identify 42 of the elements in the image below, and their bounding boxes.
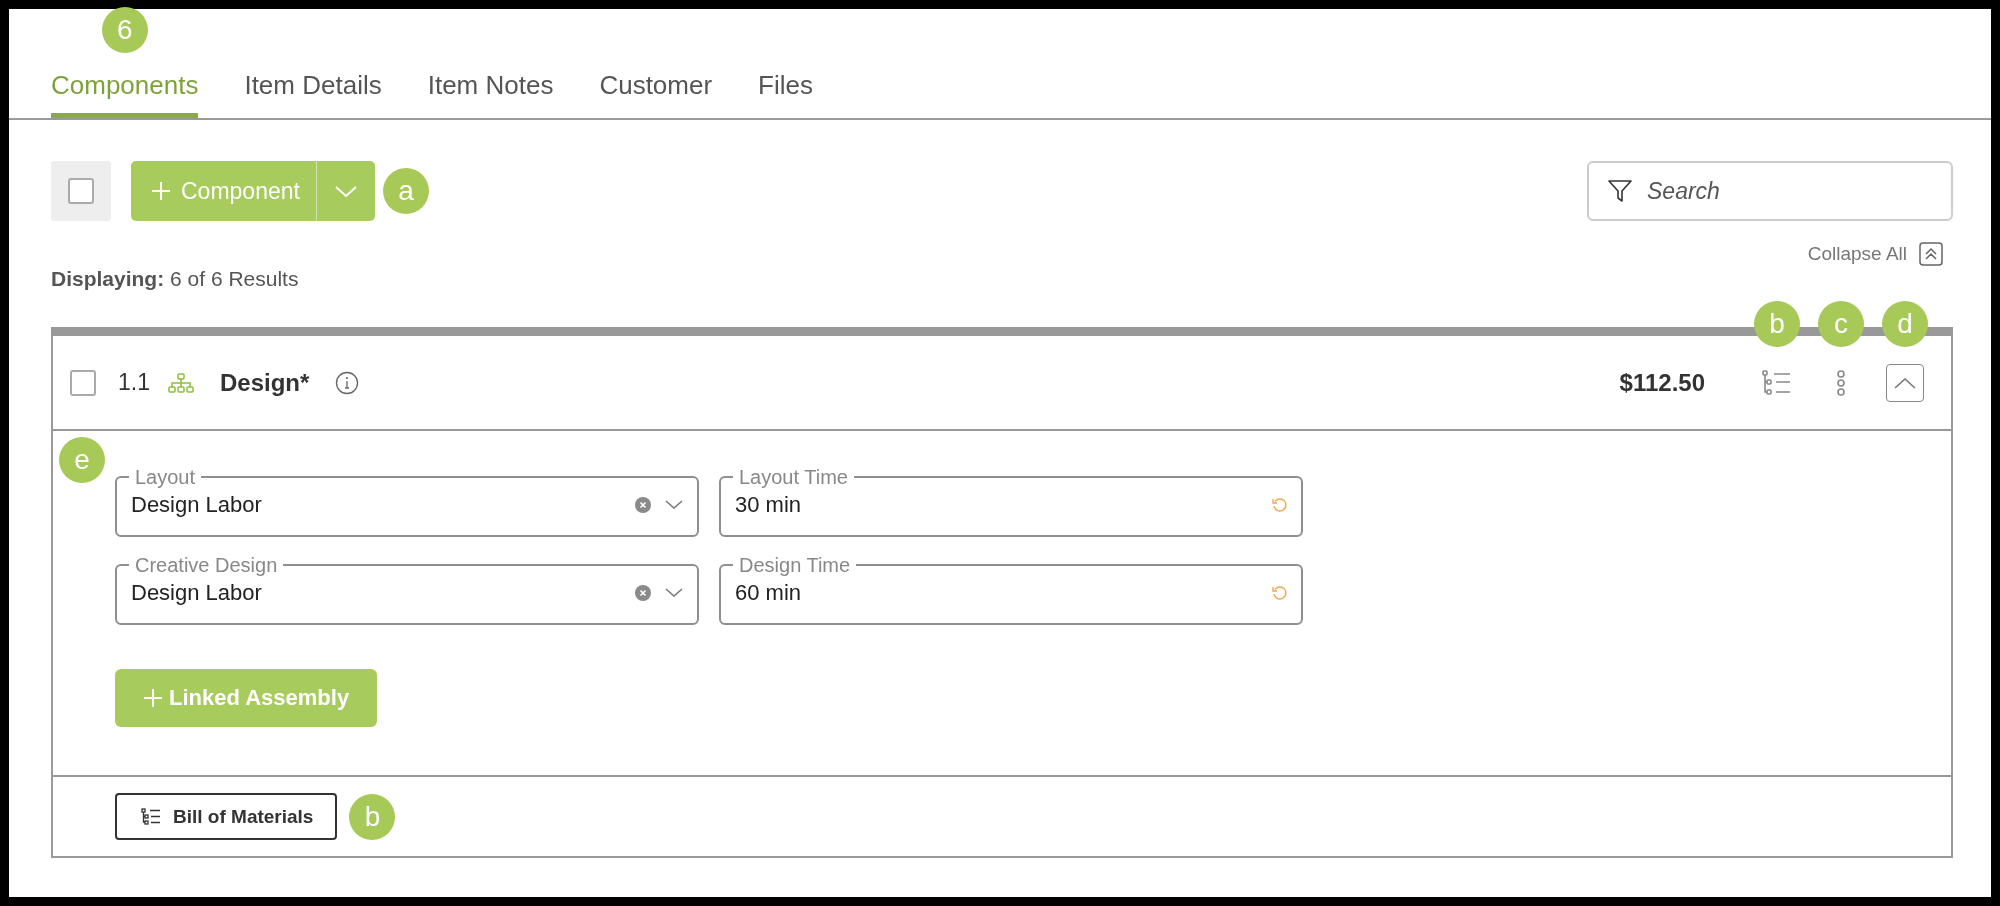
input-field[interactable]: Layout Time 30 min <box>719 467 1303 537</box>
plus-icon <box>143 688 163 708</box>
collapse-all-link[interactable]: Collapse All <box>1807 243 1907 265</box>
component-name: Design* <box>220 368 310 397</box>
tab[interactable]: Item Notes <box>427 70 554 118</box>
tab[interactable]: Customer <box>599 70 713 118</box>
select-field[interactable]: Layout Design Labor <box>115 467 699 537</box>
bill-of-materials-icon <box>141 808 161 825</box>
tab[interactable]: Files <box>758 70 813 118</box>
checkbox[interactable] <box>68 178 94 204</box>
hierarchy-icon <box>168 372 194 393</box>
caret-icon <box>333 184 358 198</box>
chevron-down-icon[interactable] <box>665 500 683 510</box>
checkbox[interactable] <box>70 369 96 396</box>
callout-badge: d <box>1882 300 1928 347</box>
item-number: 1.1 <box>118 369 150 396</box>
results-count: Displaying: 6 of 6 Results <box>51 266 299 292</box>
chevron-down-icon[interactable] <box>665 588 683 598</box>
collapse-button[interactable] <box>1886 363 1924 402</box>
clear-icon[interactable] <box>635 497 651 513</box>
select-field[interactable]: Creative Design Design Labor <box>115 555 699 625</box>
search-field[interactable]: Search <box>1587 161 1953 221</box>
filter-icon <box>1607 179 1633 203</box>
bill-of-materials-icon[interactable] <box>1762 369 1792 396</box>
callout-badge: b <box>1754 300 1800 347</box>
reset-icon[interactable] <box>1271 497 1287 513</box>
callout-badge: c <box>1818 300 1864 347</box>
reset-icon[interactable] <box>1271 585 1287 601</box>
input-field[interactable]: Design Time 60 min <box>719 555 1303 625</box>
callout-badge: e <box>59 437 105 483</box>
more-options-icon[interactable] <box>1836 369 1846 396</box>
collapse-all-icon[interactable] <box>1919 242 1943 266</box>
plus-icon <box>151 181 171 201</box>
bill-of-materials-button[interactable]: Bill of Materials <box>115 793 338 840</box>
info-icon[interactable] <box>335 370 360 395</box>
tab[interactable]: Item Details <box>244 70 382 118</box>
callout-badge: 6 <box>101 7 148 53</box>
callout-badge: b <box>349 793 396 840</box>
chevron-icon <box>1893 375 1917 390</box>
clear-icon[interactable] <box>635 585 651 601</box>
price: $112.50 <box>1619 368 1705 397</box>
callout-badge: a <box>382 168 429 214</box>
